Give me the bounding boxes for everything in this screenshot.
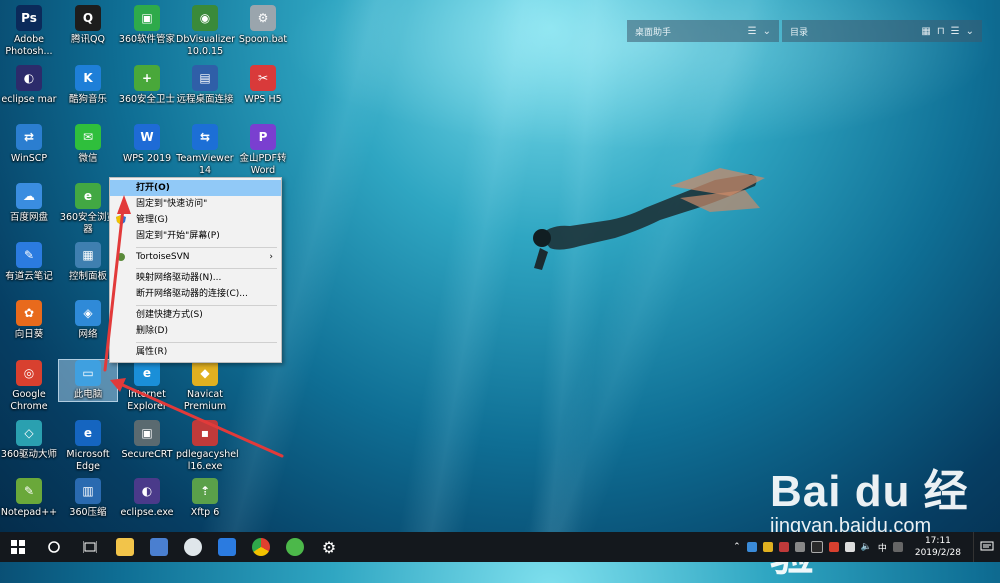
360-icon — [286, 538, 304, 556]
action-center-button[interactable] — [973, 532, 1000, 562]
clock-time: 17:11 — [924, 536, 951, 546]
tray-app-icon[interactable] — [892, 542, 903, 552]
taskbar-file-explorer[interactable] — [108, 532, 142, 562]
tray-app-icon[interactable] — [828, 542, 839, 552]
app-icon — [184, 538, 202, 556]
volume-icon[interactable]: 🔈 — [861, 542, 872, 552]
annotation-arrows — [103, 195, 284, 458]
windows-icon — [11, 540, 25, 554]
baidu-watermark: Bai du 经验 jingyan.baidu.com — [770, 455, 1000, 583]
network-icon[interactable] — [794, 542, 805, 552]
display-icon[interactable] — [844, 542, 855, 552]
tray-app-icon[interactable] — [762, 542, 773, 552]
chevron-up-icon[interactable]: ⌃ — [733, 542, 741, 552]
ime-indicator[interactable]: 中 — [878, 541, 887, 554]
start-button[interactable] — [0, 532, 36, 562]
clock[interactable]: 17:11 2019/2/28 — [915, 535, 961, 559]
task-view-icon — [83, 541, 97, 553]
tray-app-icon[interactable] — [778, 542, 789, 552]
clock-date: 2019/2/28 — [914, 548, 961, 558]
taskbar-remote-desktop[interactable] — [142, 532, 176, 562]
tray-app-icon[interactable] — [746, 542, 757, 552]
search-button[interactable] — [36, 532, 72, 562]
arrow-to-this-pc — [116, 381, 284, 458]
note-icon — [218, 538, 236, 556]
chrome-icon — [252, 538, 270, 556]
notification-icon — [980, 541, 994, 551]
taskbar-chrome[interactable] — [244, 532, 278, 562]
system-tray: ⌃ 🔈 中 17:11 2019/2/28 — [733, 535, 973, 559]
gear-icon: ⚙ — [321, 537, 337, 557]
arrow-to-open — [103, 198, 126, 372]
taskbar-360-browser[interactable] — [278, 532, 312, 562]
remote-desktop-icon — [150, 538, 168, 556]
cortana-icon — [48, 541, 60, 553]
task-view-button[interactable] — [72, 532, 108, 562]
taskbar-notes[interactable] — [210, 532, 244, 562]
folder-icon — [116, 538, 134, 556]
taskbar-app-3[interactable] — [176, 532, 210, 562]
qq-icon[interactable] — [810, 541, 823, 553]
arrowhead-open — [117, 195, 131, 214]
taskbar: ⚙ ⌃ 🔈 中 17:11 2019/2/28 — [0, 532, 1000, 562]
taskbar-settings[interactable]: ⚙ — [312, 532, 346, 562]
